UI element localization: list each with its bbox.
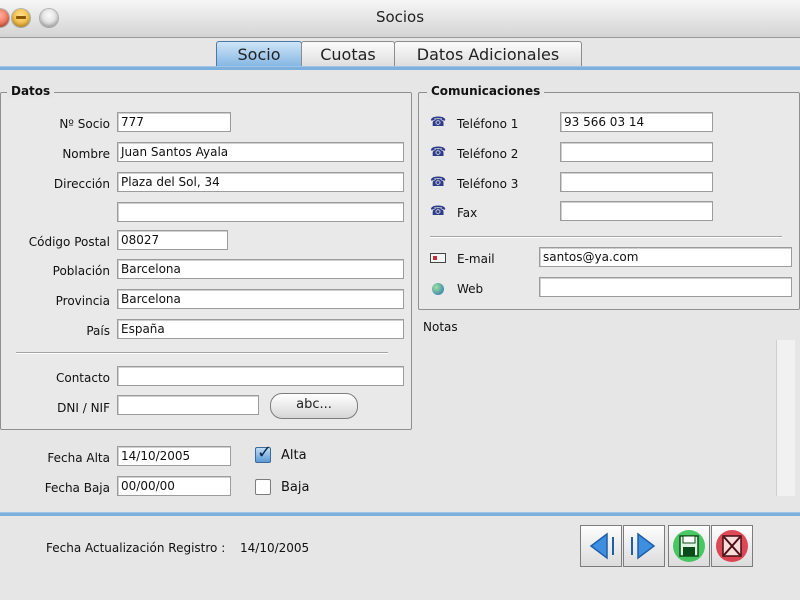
baja-checkbox-label: Baja: [281, 480, 310, 495]
telefono2-field[interactable]: [560, 142, 713, 162]
fecha-baja-field[interactable]: 00/00/00: [117, 476, 231, 496]
tab-divider: [0, 66, 800, 70]
fecha-actualizacion-label: Fecha Actualización Registro :: [46, 541, 226, 555]
bottom-divider: [0, 512, 800, 516]
tab-socio[interactable]: Socio: [216, 41, 302, 68]
delete-icon: [716, 530, 748, 562]
fecha-alta-label: Fecha Alta: [47, 451, 110, 465]
alta-checkbox-label: Alta: [281, 448, 307, 463]
phone-icon: ☎: [430, 145, 447, 160]
alta-checkbox[interactable]: ✓: [255, 442, 272, 463]
socio-no-label: Nº Socio: [59, 117, 110, 131]
save-record-button[interactable]: [668, 525, 710, 567]
tab-datos-adicionales[interactable]: Datos Adicionales: [394, 41, 582, 68]
telefono1-label: Teléfono 1: [457, 117, 519, 131]
nombre-field[interactable]: Juan Santos Ayala: [117, 142, 404, 162]
telefono3-field[interactable]: [560, 172, 713, 192]
fax-field[interactable]: [560, 201, 713, 221]
pais-field[interactable]: España: [117, 319, 404, 339]
dni-field[interactable]: [117, 395, 259, 415]
telefono2-label: Teléfono 2: [457, 147, 519, 161]
fax-label: Fax: [457, 206, 478, 220]
email-icon: [430, 253, 446, 263]
title-bar: Socios: [0, 0, 800, 38]
dni-label: DNI / NIF: [57, 401, 110, 415]
abc-button[interactable]: abc...: [270, 393, 358, 419]
arrow-right-icon: [631, 532, 656, 560]
poblacion-field[interactable]: Barcelona: [117, 259, 404, 279]
email-label: E-mail: [457, 252, 495, 266]
comunicaciones-separator: [430, 236, 782, 238]
fecha-alta-field[interactable]: 14/10/2005: [117, 446, 231, 466]
baja-checkbox[interactable]: [255, 479, 271, 495]
nombre-label: Nombre: [62, 147, 110, 161]
datos-separator: [16, 352, 388, 354]
direccion-field[interactable]: Plaza del Sol, 34: [117, 172, 404, 192]
globe-icon: [432, 283, 444, 295]
codigo-postal-field[interactable]: 08027: [117, 230, 228, 250]
tab-cuotas[interactable]: Cuotas: [301, 41, 395, 68]
comunicaciones-legend: Comunicaciones: [427, 84, 545, 98]
fecha-baja-label: Fecha Baja: [44, 481, 110, 495]
previous-record-button[interactable]: [580, 525, 622, 567]
datos-legend: Datos: [7, 84, 55, 98]
fax-icon: ☎: [430, 204, 447, 219]
poblacion-label: Población: [52, 264, 110, 278]
provincia-label: Provincia: [55, 294, 110, 308]
notas-scrollbar[interactable]: [776, 340, 795, 496]
direccion-label: Dirección: [53, 177, 110, 191]
checkmark-icon: ✓: [257, 442, 273, 463]
web-label: Web: [457, 282, 484, 296]
contacto-label: Contacto: [55, 371, 110, 385]
notas-label: Notas: [423, 320, 458, 334]
save-icon: [673, 530, 705, 562]
fecha-actualizacion-value: 14/10/2005: [240, 541, 310, 555]
telefono1-field[interactable]: 93 566 03 14: [560, 112, 713, 132]
socio-no-field[interactable]: 777: [117, 112, 231, 132]
pais-label: País: [86, 324, 110, 338]
codigo-postal-label: Código Postal: [28, 235, 110, 249]
arrow-left-icon: [589, 532, 614, 560]
provincia-field[interactable]: Barcelona: [117, 289, 404, 309]
window-title: Socios: [375, 8, 425, 26]
email-field[interactable]: santos@ya.com: [539, 247, 792, 267]
phone-icon: ☎: [430, 115, 447, 130]
delete-record-button[interactable]: [711, 525, 753, 567]
telefono3-label: Teléfono 3: [457, 177, 519, 191]
phone-icon: ☎: [430, 175, 447, 190]
direccion-line2-field[interactable]: [117, 202, 404, 222]
contacto-field[interactable]: [117, 366, 404, 386]
next-record-button[interactable]: [623, 525, 665, 567]
web-field[interactable]: [539, 277, 792, 297]
notas-textarea[interactable]: [419, 340, 795, 498]
